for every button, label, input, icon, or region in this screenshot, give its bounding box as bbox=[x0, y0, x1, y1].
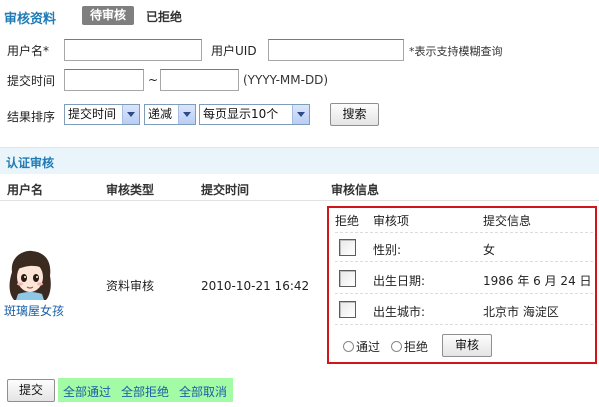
filter-row-sort: 结果排序 提交时间 递减 每页显示10个 搜索 bbox=[0, 103, 599, 130]
review-item-label: 性别: bbox=[373, 243, 402, 257]
review-item-label: 出生日期: bbox=[373, 274, 426, 288]
bulk-actions-bar: 全部通过 全部拒绝 全部取消 bbox=[58, 378, 233, 402]
review-item-label: 出生城市: bbox=[373, 305, 426, 319]
reject-checkbox-gender[interactable] bbox=[339, 239, 356, 256]
date-format-hint: (YYYY-MM-DD) bbox=[243, 73, 329, 87]
reject-radio-label: 拒绝 bbox=[404, 340, 429, 354]
pass-radio-label: 通过 bbox=[356, 340, 381, 354]
uid-input[interactable] bbox=[268, 39, 404, 61]
submit-time-label: 提交时间 bbox=[7, 74, 56, 88]
date-to-input[interactable] bbox=[160, 69, 239, 91]
submit-button[interactable]: 提交 bbox=[7, 379, 55, 402]
username-link[interactable]: 斑璃屋女孩 bbox=[4, 302, 64, 319]
tab-rejected[interactable]: 已拒绝 bbox=[146, 8, 182, 25]
review-divider bbox=[335, 232, 593, 233]
review-header-reject: 拒绝 bbox=[335, 214, 360, 228]
review-info-panel: 拒绝 审核项 提交信息 性别: 女 出生日期: 1986 年 6 月 24 日 … bbox=[327, 206, 597, 364]
fuzzy-search-hint: *表示支持模糊查询 bbox=[409, 45, 503, 58]
audit-button[interactable]: 审核 bbox=[442, 334, 492, 357]
review-item-value: 1986 年 6 月 24 日 bbox=[483, 274, 592, 288]
reject-checkbox-birthdate[interactable] bbox=[339, 270, 356, 287]
search-button[interactable]: 搜索 bbox=[330, 103, 379, 126]
filter-row-user: 用户名* 用户UID *表示支持模糊查询 bbox=[0, 37, 599, 63]
username-label: 用户名* bbox=[7, 44, 50, 58]
reject-all-link[interactable]: 全部拒绝 bbox=[121, 383, 169, 400]
chevron-down-icon bbox=[178, 105, 195, 124]
username-input[interactable] bbox=[64, 39, 202, 61]
review-divider bbox=[335, 293, 593, 294]
page-title: 审核资料 bbox=[4, 12, 57, 27]
date-separator: ~ bbox=[148, 73, 159, 87]
review-header-item: 审核项 bbox=[373, 214, 410, 228]
submit-time-cell: 2010-10-21 16:42 bbox=[201, 279, 310, 293]
filter-row-date: 提交时间 ~ (YYYY-MM-DD) bbox=[0, 67, 599, 93]
sort-field-select[interactable]: 提交时间 bbox=[64, 104, 140, 125]
date-from-input[interactable] bbox=[64, 69, 144, 91]
pass-radio[interactable] bbox=[343, 341, 354, 352]
cancel-all-link[interactable]: 全部取消 bbox=[179, 383, 227, 400]
sort-label: 结果排序 bbox=[7, 110, 56, 124]
review-divider bbox=[335, 261, 593, 262]
sort-order-select[interactable]: 递减 bbox=[144, 104, 196, 125]
page-size-select[interactable]: 每页显示10个 bbox=[199, 104, 310, 125]
table-divider bbox=[0, 200, 599, 201]
page-size-value: 每页显示10个 bbox=[203, 107, 279, 121]
avatar[interactable] bbox=[6, 250, 54, 302]
sort-order-value: 递减 bbox=[148, 107, 173, 121]
tab-pending[interactable]: 待审核 bbox=[82, 6, 134, 25]
review-header-submitted: 提交信息 bbox=[483, 214, 532, 228]
review-type-cell: 资料审核 bbox=[106, 279, 155, 293]
review-item-value: 北京市 海淀区 bbox=[483, 305, 559, 319]
reject-radio[interactable] bbox=[391, 341, 402, 352]
review-item-value: 女 bbox=[483, 243, 496, 257]
column-header-time: 提交时间 bbox=[201, 183, 250, 197]
page-header: 审核资料 待审核 已拒绝 bbox=[0, 0, 599, 34]
sort-field-value: 提交时间 bbox=[68, 107, 117, 121]
uid-label: 用户UID bbox=[211, 44, 257, 58]
column-header-review-info: 审核信息 bbox=[331, 183, 380, 197]
column-header-username: 用户名 bbox=[7, 183, 44, 197]
review-divider bbox=[335, 324, 593, 325]
column-header-type: 审核类型 bbox=[106, 183, 155, 197]
section-title: 认证审核 bbox=[6, 156, 55, 170]
reject-checkbox-birthcity[interactable] bbox=[339, 301, 356, 318]
chevron-down-icon bbox=[292, 105, 309, 124]
chevron-down-icon bbox=[122, 105, 139, 124]
approve-all-link[interactable]: 全部通过 bbox=[63, 383, 111, 400]
section-header: 认证审核 bbox=[0, 147, 599, 174]
